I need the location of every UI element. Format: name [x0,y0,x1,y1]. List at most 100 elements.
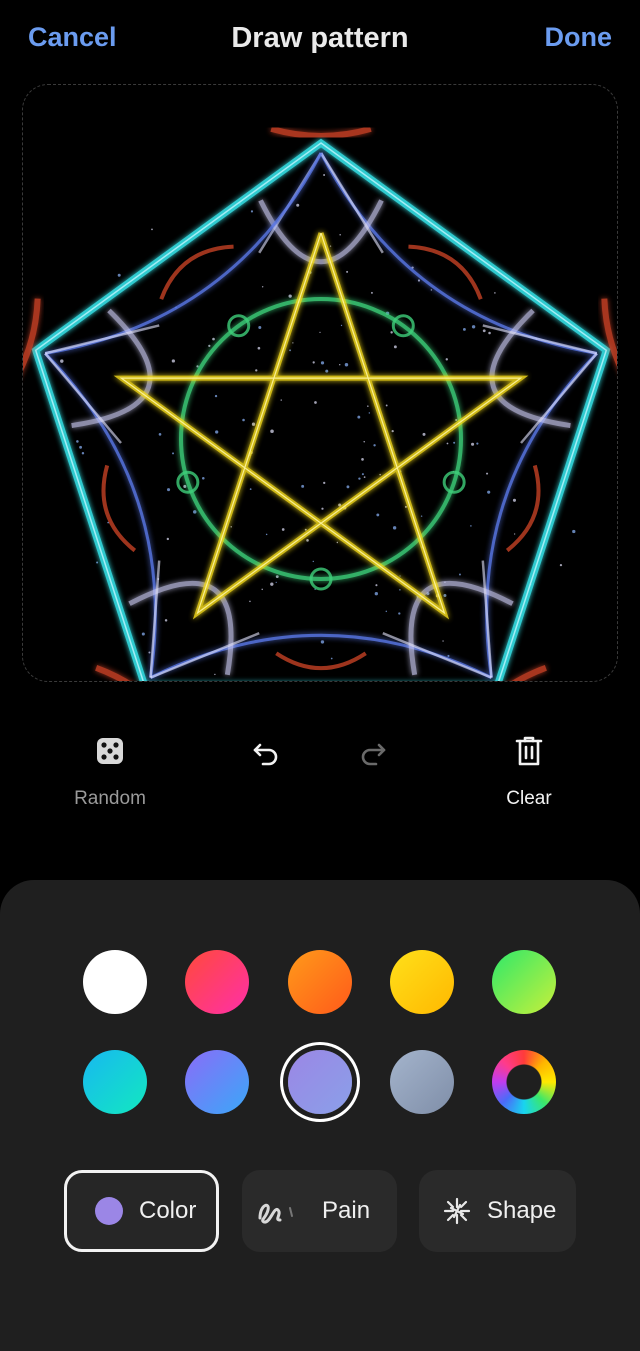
undo-icon [206,728,326,774]
sparkle [471,325,476,329]
sparkle [329,245,332,247]
sparkle [339,234,341,236]
sparkle [258,326,262,330]
sparkle [164,619,168,622]
blue-strand [44,152,323,355]
sparkle [306,539,309,542]
color-swatch-red-pink[interactable] [185,950,249,1014]
sparkle [261,286,264,288]
sparkle [76,440,79,443]
sparkle [321,507,324,510]
pattern-drawing [23,126,617,681]
yellow-star [113,232,529,620]
sparkle [445,358,448,361]
redo-icon [313,728,433,774]
color-mode-button[interactable]: Color [64,1170,219,1252]
sparkle [212,337,215,341]
sparkle [60,359,64,363]
random-button[interactable]: Random [50,728,170,810]
sparkle [312,560,314,563]
paint-mode-label: Pain [322,1197,371,1224]
sparkle [261,588,263,591]
sparkle [363,476,366,479]
sparkle [494,292,496,294]
redo-button[interactable] [313,728,433,774]
sparkle [96,561,99,564]
color-swatch-rainbow[interactable] [492,1050,556,1114]
sparkle [458,573,461,576]
color-swatch-gray[interactable] [390,1050,454,1114]
sparkle [462,327,466,331]
red-accent [23,298,41,372]
sparkle [289,349,291,352]
color-swatch-white[interactable] [83,950,147,1014]
sparkle [399,589,401,591]
sparkle [296,203,300,207]
sparkle [572,529,576,534]
sparkle [446,442,449,445]
color-swatch-orange[interactable] [288,950,352,1014]
sparkle [375,584,378,587]
color-mode-label: Color [139,1197,197,1224]
sparkle [482,329,486,333]
sparkle [250,210,254,213]
sparkle [339,364,341,366]
sparkle [376,513,380,517]
drawing-canvas[interactable] [22,84,618,682]
lavender-strand [44,352,122,444]
color-swatch-blue[interactable] [185,1050,249,1114]
sparkle [166,488,171,492]
sparkle [443,594,447,598]
dice-icon [50,728,170,774]
sparkle [249,600,251,603]
sparkle [373,444,376,447]
sparkle [487,490,491,494]
sparkle [385,610,387,613]
sparkle [249,488,252,491]
color-swatch-green[interactable] [492,950,556,1014]
done-button[interactable]: Done [545,22,613,53]
sparkle [330,657,333,660]
undo-button[interactable] [206,728,326,774]
color-swatch-lavender[interactable] [288,1050,352,1114]
sparkle [255,369,258,372]
sparkle [374,592,378,596]
trash-icon [469,728,589,774]
lavender-strand [520,352,598,444]
sparkle [257,346,261,350]
sparkle [193,510,197,514]
clear-button[interactable]: Clear [469,728,589,810]
sparkle [455,418,458,422]
sparkle [361,473,364,476]
paint-mode-button[interactable]: Pain [242,1170,397,1252]
color-swatch-yellow[interactable] [390,950,454,1014]
sparkle [323,174,326,177]
sparkle [230,526,232,528]
sparkle [214,673,216,676]
sparkle [367,405,369,407]
sparkle [148,651,151,654]
lavender-strand [150,632,260,679]
sparkle [319,331,321,333]
sparkle [141,632,145,636]
sparkle [166,537,170,541]
sparkle [151,228,153,231]
sparkle [251,422,256,426]
sparkle [183,484,187,488]
clear-label: Clear [506,788,552,809]
sparkle [215,430,219,434]
sparkle [265,533,268,536]
sparkle [363,440,365,443]
cancel-button[interactable]: Cancel [28,22,117,53]
sparkle [447,654,450,658]
sparkle [393,345,397,349]
sparkle [340,324,343,327]
shape-mode-button[interactable]: Shape [419,1170,576,1252]
sparkle [172,452,175,455]
sparkle [280,399,282,401]
color-swatch-cyan[interactable] [83,1050,147,1114]
sparkle [288,294,292,298]
sparkle [422,432,426,436]
sparkle [430,289,433,291]
sparkle [391,429,394,433]
